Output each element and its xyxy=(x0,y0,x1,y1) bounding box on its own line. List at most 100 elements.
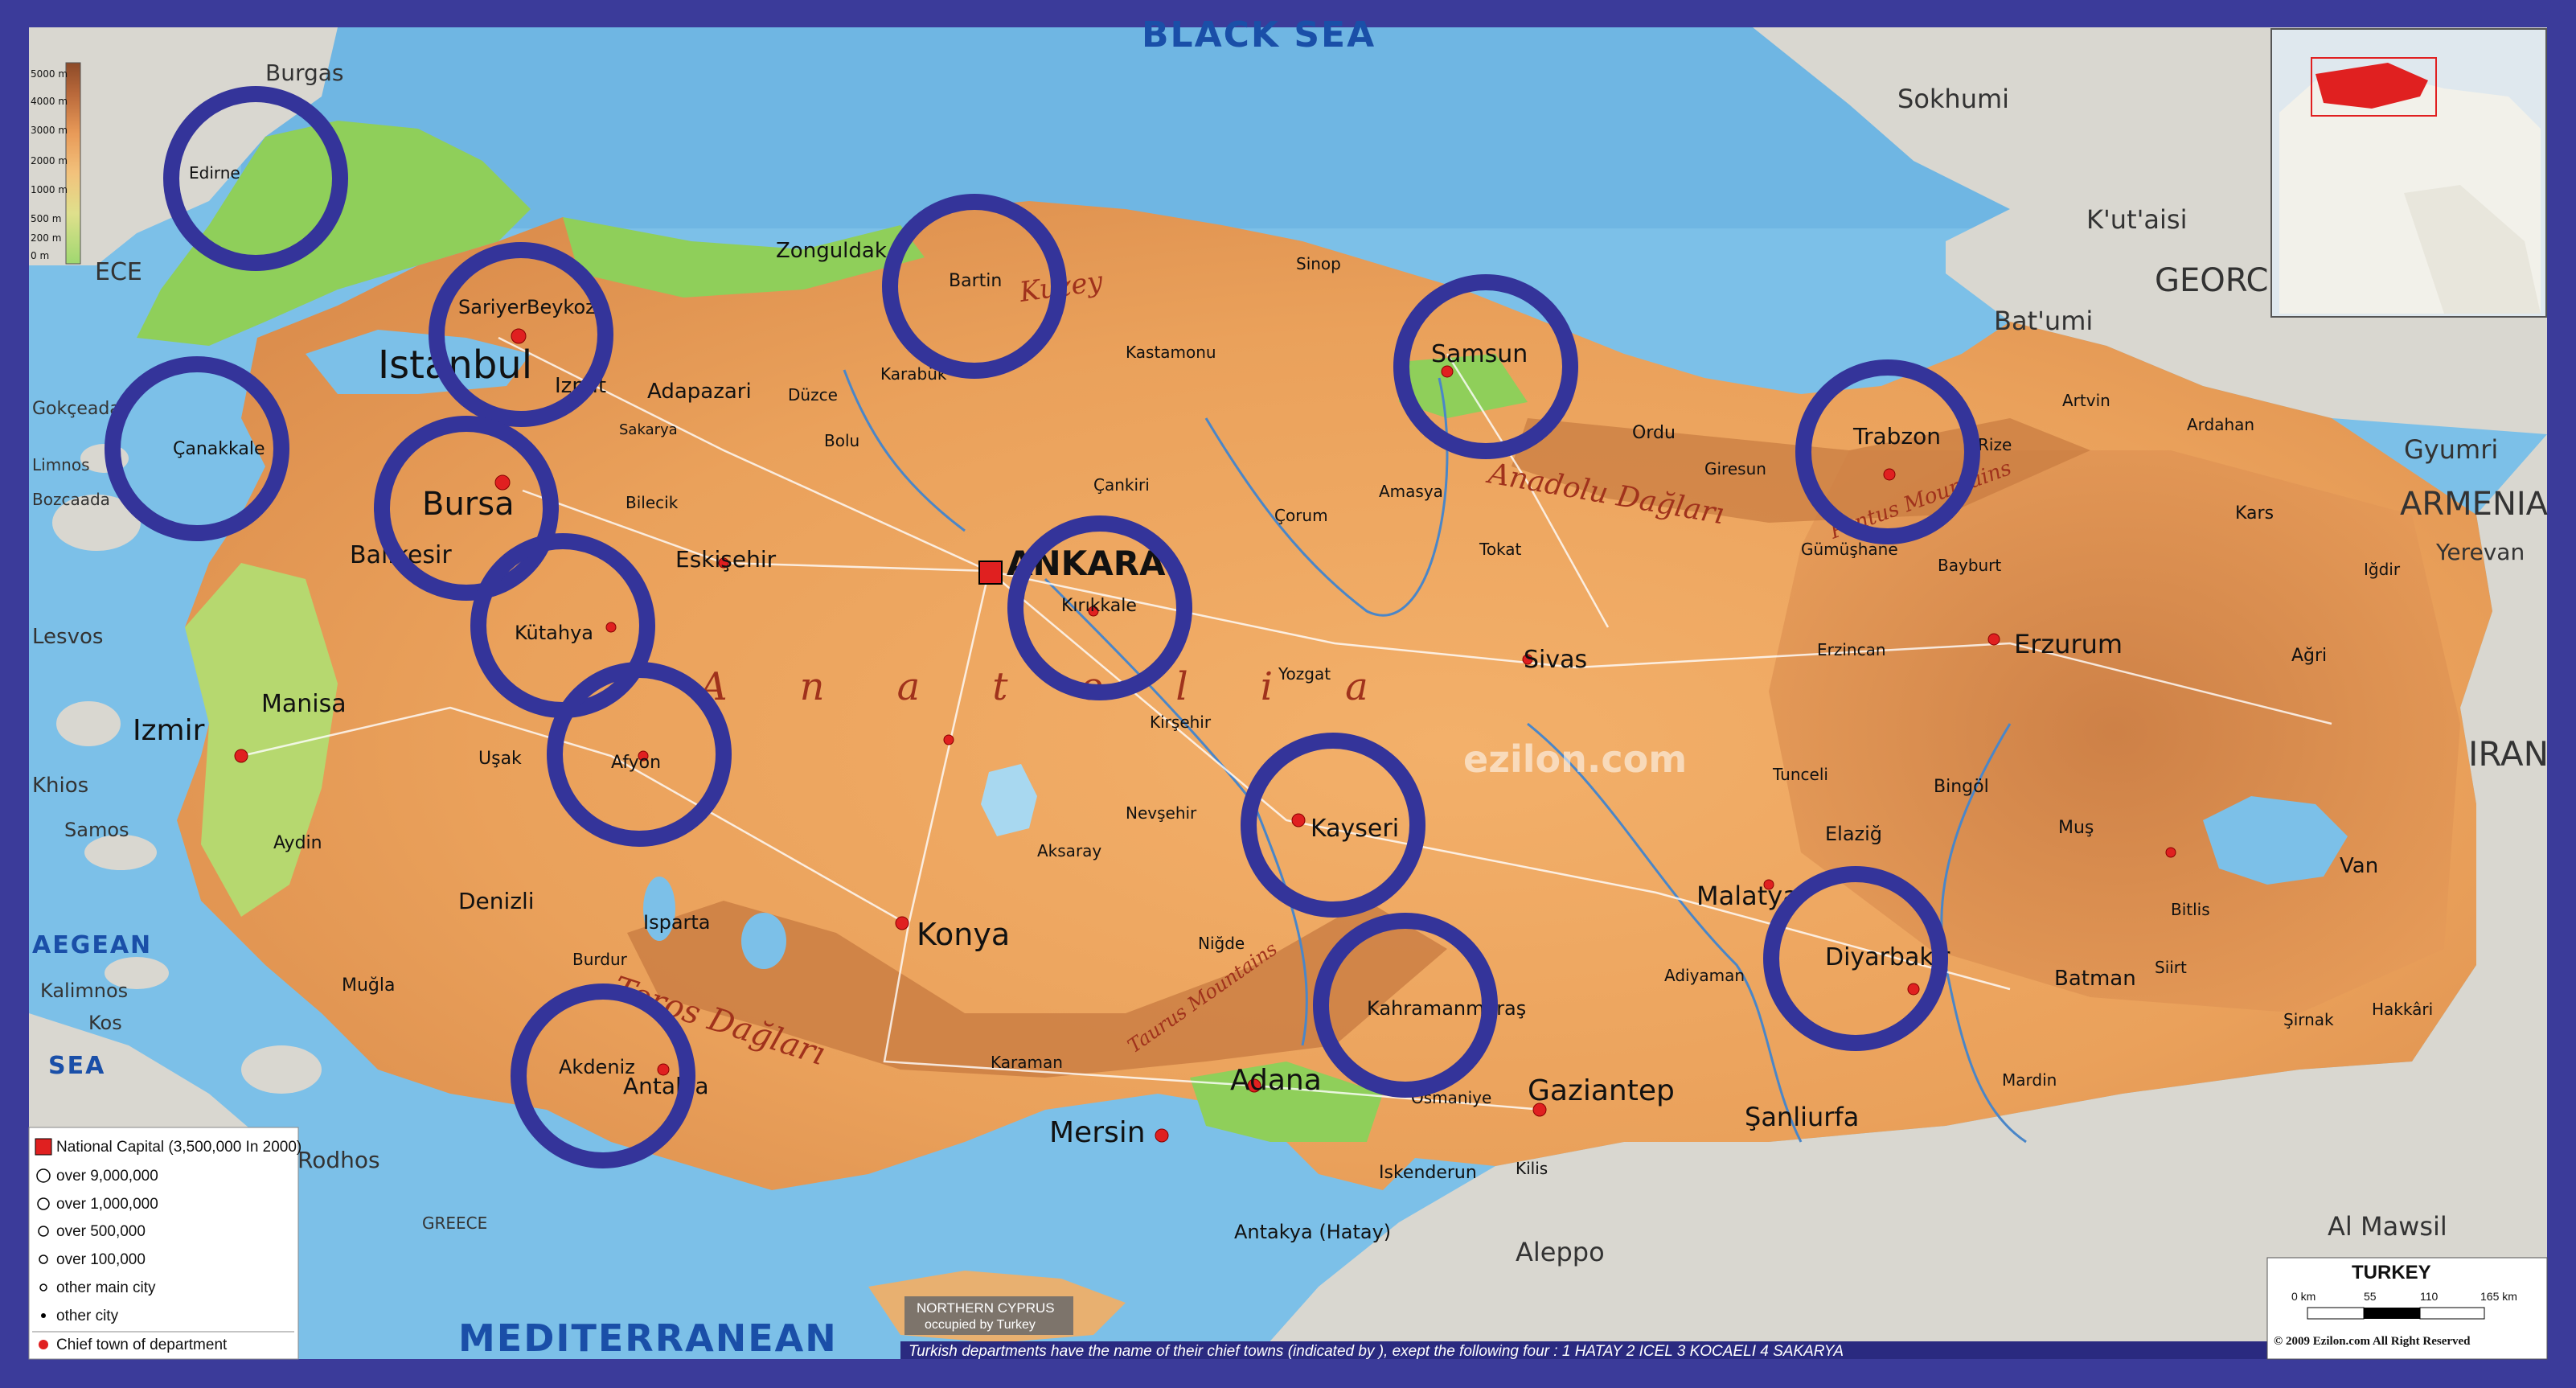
city-label: Karaman xyxy=(991,1053,1063,1072)
scale-tick: 110 xyxy=(2420,1290,2439,1303)
legend-label: over 9,000,000 xyxy=(56,1168,158,1185)
foreign-city: Limnos xyxy=(32,455,90,474)
northern-cyprus-box: NORTHERN CYPRUS occupied by Turkey xyxy=(904,1296,1073,1335)
georgia-label: GEORC xyxy=(2155,262,2268,299)
foreign-city: K'ut'aisi xyxy=(2086,204,2187,235)
legend-label: Chief town of department xyxy=(56,1337,228,1353)
city-label: Amasya xyxy=(1379,482,1443,501)
city-label: Adiyaman xyxy=(1664,966,1745,985)
city-label: Manisa xyxy=(261,690,347,718)
city-label: Kütahya xyxy=(515,622,593,644)
city-label: Zonguldak xyxy=(776,239,887,263)
city-label: Ordu xyxy=(1632,423,1676,443)
city-label: Muş xyxy=(2058,818,2094,838)
copyright: © 2009 Ezilon.com All Right Reserved xyxy=(2274,1335,2471,1348)
city-label: Kastamonu xyxy=(1126,343,1216,362)
city-label: Kars xyxy=(2235,503,2274,524)
greece-label-bottom: GREECE xyxy=(422,1213,487,1233)
city-label: Şanliurfa xyxy=(1745,1102,1859,1132)
mediterranean-label: MEDITERRANEAN xyxy=(458,1316,838,1360)
foreign-city: Al Mawsil xyxy=(2328,1211,2447,1242)
city-label: Bingöl xyxy=(1934,777,1989,797)
city-label: Bayburt xyxy=(1938,556,2001,575)
armenia-label: ARMENIA xyxy=(2400,486,2549,523)
city-label: Ardahan xyxy=(2187,415,2254,434)
northern-cyprus-label: NORTHERN CYPRUS xyxy=(917,1300,1055,1316)
legend-label: National Capital (3,500,000 In 2000) xyxy=(56,1139,301,1156)
city-label: Izmir xyxy=(133,714,205,747)
legend-label: other main city xyxy=(56,1279,156,1296)
scale-tick: 55 xyxy=(2364,1290,2377,1303)
city-label: Afyon xyxy=(611,753,661,773)
city-label: Niğde xyxy=(1198,934,1245,953)
foreign-city: Gyumri xyxy=(2404,434,2498,465)
aegean-label: AEGEAN xyxy=(32,931,152,959)
city-label: Trabzon xyxy=(1852,423,1941,450)
foreign-city: Rodhos xyxy=(297,1147,380,1173)
city-label: Akdeniz xyxy=(559,1056,635,1078)
scale-bar: TURKEY 0 km 55 110 165 km © 2009 Ezilon.… xyxy=(2266,1257,2548,1360)
elev-tick: 0 m xyxy=(31,250,49,261)
city-label: Erzurum xyxy=(2014,629,2123,659)
city-label: Bitlis xyxy=(2171,900,2210,919)
city-label: Sariyer xyxy=(458,296,527,318)
legend: National Capital (3,500,000 In 2000) ove… xyxy=(28,1127,301,1360)
foreign-city: Kos xyxy=(88,1012,122,1034)
city-label: Elaziğ xyxy=(1825,823,1882,845)
city-label: Mardin xyxy=(2002,1070,2057,1090)
city-label: Erzincan xyxy=(1817,640,1886,659)
city-label: Burdur xyxy=(572,950,628,969)
foreign-city: Aleppo xyxy=(1516,1237,1605,1267)
footnote: Turkish departments have the name of the… xyxy=(909,1343,1844,1360)
greece-label-left: ECE xyxy=(95,258,142,286)
city-label: Gaziantep xyxy=(1528,1074,1675,1107)
city-label: Muğla xyxy=(342,975,395,996)
city-label: Denizli xyxy=(458,888,535,914)
scale-tick: 0 km xyxy=(2291,1290,2316,1303)
city-label: Sivas xyxy=(1524,646,1587,674)
city-label: Çorum xyxy=(1274,506,1328,525)
city-label: Şirnak xyxy=(2283,1010,2334,1029)
city-label: Siirt xyxy=(2155,958,2187,977)
city-label: Isparta xyxy=(643,911,711,934)
legend-label: other city xyxy=(56,1308,119,1324)
city-label: Antakya (Hatay) xyxy=(1234,1221,1391,1243)
city-label: Kırıkkale xyxy=(1061,596,1137,616)
city-label: Çankiri xyxy=(1093,475,1150,495)
city-label: Samsun xyxy=(1431,340,1528,368)
city-label: Aksaray xyxy=(1037,841,1101,860)
foreign-city: Gokçeada xyxy=(32,399,121,419)
scale-title: TURKEY xyxy=(2352,1262,2431,1283)
city-label: Van xyxy=(2340,854,2378,878)
city-label: Tokat xyxy=(1479,540,1522,559)
aegean-sea-label: SEA xyxy=(48,1052,105,1080)
city-label: Iskenderun xyxy=(1379,1163,1477,1183)
scale-tick: 165 km xyxy=(2480,1290,2517,1303)
city-label: Nevşehir xyxy=(1126,803,1197,823)
city-label: Bilecik xyxy=(626,493,679,512)
city-label: Bursa xyxy=(422,486,515,523)
elev-tick: 3000 m xyxy=(31,125,68,136)
city-label: Sinop xyxy=(1296,254,1341,273)
map-frame: 5000 m 4000 m 3000 m 2000 m 1000 m 500 m… xyxy=(0,0,2576,1388)
city-label: Beykoz xyxy=(527,296,596,318)
city-label: Ağri xyxy=(2291,646,2327,666)
capital-marker[interactable] xyxy=(978,561,1003,585)
city-label: Kilis xyxy=(1516,1159,1548,1178)
city-label: Iğdir xyxy=(2364,560,2401,579)
city-label: Yozgat xyxy=(1278,664,1331,684)
city-label: Uşak xyxy=(478,749,522,769)
foreign-city: Bozcaada xyxy=(32,490,110,509)
foreign-city: Kalimnos xyxy=(40,979,128,1002)
city-label: Adapazari xyxy=(647,380,752,404)
city-label: Konya xyxy=(917,917,1010,952)
foreign-city: Samos xyxy=(64,819,129,841)
elev-tick: 2000 m xyxy=(31,155,68,166)
legend-label: over 1,000,000 xyxy=(56,1196,158,1213)
city-label: Bartin xyxy=(949,271,1002,291)
city-label: Çanakkale xyxy=(173,439,265,459)
foreign-city: Sokhumi xyxy=(1897,84,2009,114)
city-label: Bolu xyxy=(824,431,859,450)
iran-label: IRAN xyxy=(2468,734,2549,774)
city-label: Giresun xyxy=(1704,459,1766,478)
